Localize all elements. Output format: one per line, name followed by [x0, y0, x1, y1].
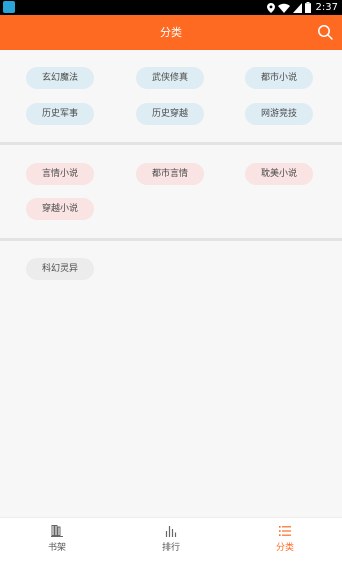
location-icon	[266, 2, 275, 13]
app-header: 分类	[0, 15, 342, 50]
status-time: 2:37	[315, 2, 338, 13]
category-chip[interactable]: 网游竞技	[245, 103, 313, 125]
nav-item-category[interactable]: 分类	[228, 518, 342, 563]
ranking-icon	[165, 526, 177, 537]
category-chip[interactable]: 言情小说	[26, 163, 94, 185]
nav-item-ranking[interactable]: 排行	[114, 518, 228, 563]
battery-icon	[304, 2, 311, 13]
category-chip[interactable]: 都市言情	[136, 163, 204, 185]
page-title: 分类	[160, 26, 182, 39]
category-content: 玄幻魔法 武侠修真 都市小说 历史军事 历史穿越 网游竞技 言情小说 都市言情 …	[0, 50, 342, 517]
category-chip[interactable]: 耽美小说	[245, 163, 313, 185]
category-section-female: 言情小说 都市言情 耽美小说 穿越小说	[0, 145, 342, 238]
category-chip[interactable]: 都市小说	[245, 67, 313, 89]
category-chip[interactable]: 历史穿越	[136, 103, 204, 125]
wifi-icon	[277, 3, 290, 13]
search-icon	[318, 25, 333, 40]
category-chip[interactable]: 武侠修真	[136, 67, 204, 89]
bookshelf-icon	[51, 525, 63, 537]
category-chip[interactable]: 穿越小说	[26, 198, 94, 220]
nav-label: 排行	[161, 543, 180, 553]
status-bar: 2:37	[0, 0, 342, 15]
app-notification-icon	[3, 1, 15, 13]
nav-label: 书架	[47, 543, 66, 553]
bottom-nav: 书架 排行 分类	[0, 517, 342, 563]
search-button[interactable]	[317, 24, 334, 41]
category-section-other: 科幻灵异	[0, 241, 342, 517]
category-chip[interactable]: 玄幻魔法	[26, 67, 94, 89]
category-list-icon	[279, 526, 291, 536]
category-chip[interactable]: 历史军事	[26, 103, 94, 125]
category-section-male: 玄幻魔法 武侠修真 都市小说 历史军事 历史穿越 网游竞技	[0, 50, 342, 142]
signal-icon	[292, 2, 302, 13]
category-chip[interactable]: 科幻灵异	[26, 258, 94, 280]
nav-item-bookshelf[interactable]: 书架	[0, 518, 114, 563]
status-indicators: 2:37	[266, 0, 338, 15]
nav-label: 分类	[275, 543, 294, 553]
